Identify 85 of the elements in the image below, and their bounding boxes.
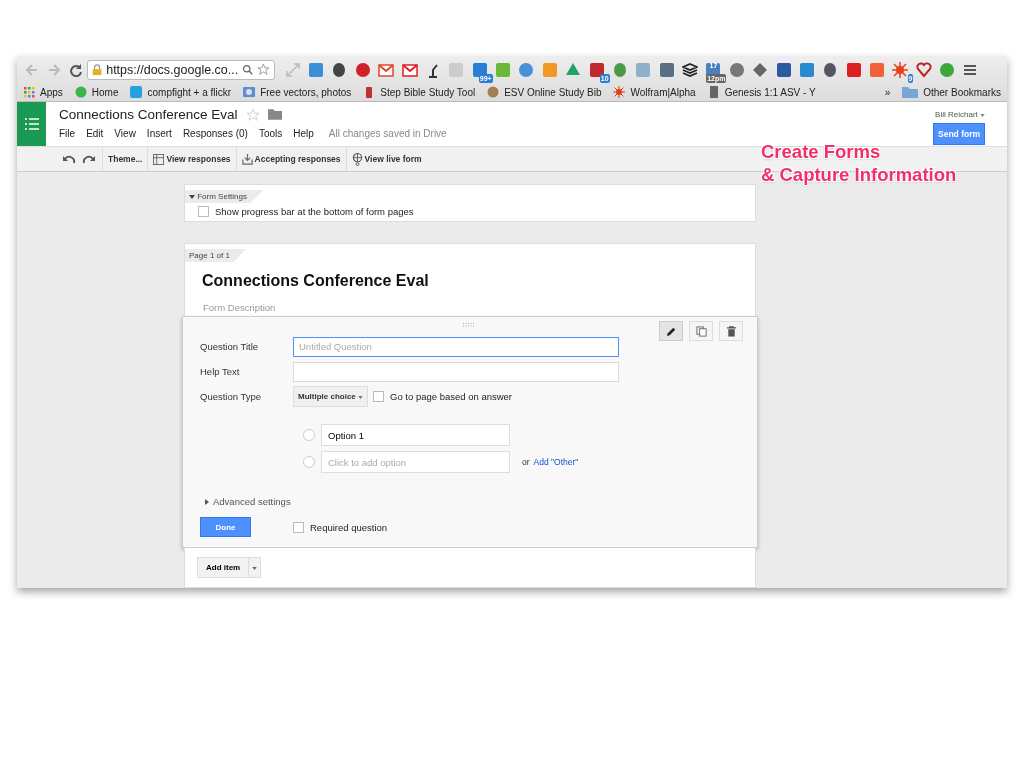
- toolbar-button[interactable]: View live form: [349, 152, 424, 166]
- radio-button[interactable]: [303, 456, 315, 468]
- extension-icon[interactable]: [822, 61, 839, 78]
- pencil-icon: [665, 325, 677, 337]
- menu-item[interactable]: Help: [293, 128, 314, 139]
- caret-icon: [252, 567, 258, 570]
- menu-item[interactable]: Edit: [86, 128, 104, 139]
- apps-grid-icon: [23, 86, 35, 98]
- question-title-field[interactable]: Untitled Question: [293, 336, 619, 357]
- radio-button[interactable]: [303, 429, 315, 441]
- field-label: Question Type: [200, 391, 263, 402]
- more-bookmarks-button[interactable]: »: [884, 86, 891, 98]
- form-title[interactable]: Connections Conference Eval: [202, 272, 755, 290]
- advanced-settings-toggle[interactable]: Advanced settings: [204, 496, 757, 507]
- toolbar-button[interactable]: Accepting responses: [239, 153, 343, 165]
- bookmark[interactable]: ESV Online Study Bib: [487, 86, 602, 98]
- folder-icon[interactable]: [267, 109, 282, 120]
- toolbar-button[interactable]: Theme...: [106, 154, 145, 164]
- checkbox-label: Required question: [310, 521, 388, 533]
- checkbox[interactable]: [293, 521, 304, 533]
- address-bar[interactable]: https://docs.google.co...: [87, 59, 275, 80]
- menu-item[interactable]: Responses (0): [182, 128, 248, 139]
- add-option-field[interactable]: Click to add option: [321, 451, 510, 473]
- search-icon[interactable]: [242, 63, 254, 76]
- extension-icon[interactable]: [331, 61, 348, 78]
- menu-item[interactable]: View: [114, 128, 136, 139]
- save-status: All changes saved in Drive: [328, 128, 447, 139]
- drag-handle-icon[interactable]: [463, 323, 475, 327]
- add-other-link[interactable]: Add "Other": [533, 457, 579, 467]
- site-icon: [487, 86, 500, 98]
- menu-item[interactable]: Tools: [258, 128, 283, 139]
- field-label: Question Title: [200, 341, 260, 352]
- field-label: Help Text: [200, 366, 241, 377]
- lock-icon: [92, 63, 103, 76]
- site-icon: [243, 86, 256, 98]
- delete-button[interactable]: [719, 321, 743, 341]
- table-icon: [153, 153, 165, 165]
- help-text-field[interactable]: [293, 361, 619, 382]
- reload-icon[interactable]: [69, 62, 83, 77]
- url-text: https://docs.google.co...: [106, 62, 239, 77]
- download-icon: [241, 153, 253, 165]
- extension-icon[interactable]: [775, 61, 792, 78]
- account-menu[interactable]: Bill Reichart: [935, 110, 985, 119]
- extension-icon[interactable]: [682, 61, 699, 78]
- menu-item[interactable]: File: [59, 128, 76, 139]
- add-item-menu-button[interactable]: [249, 557, 262, 578]
- bookmark[interactable]: Wolfram|Alpha: [613, 86, 696, 98]
- other-bookmarks-folder[interactable]: Other Bookmarks: [902, 86, 1001, 98]
- checkbox[interactable]: [373, 391, 384, 402]
- forms-logo[interactable]: [17, 102, 46, 146]
- checkbox-label: Show progress bar at the bottom of form pages: [215, 206, 414, 217]
- menu-item[interactable]: Insert: [146, 128, 172, 139]
- star-icon[interactable]: [245, 107, 260, 122]
- or-text: or: [522, 457, 530, 467]
- add-item-button[interactable]: Add item: [197, 557, 250, 578]
- caret-icon: [358, 396, 363, 399]
- redo-icon[interactable]: [82, 154, 96, 164]
- bookmark[interactable]: compfight + a flickr: [130, 86, 232, 98]
- folder-icon: [902, 86, 919, 98]
- site-icon: [130, 86, 143, 98]
- toolbar-button[interactable]: View responses: [151, 153, 233, 165]
- globe-icon: [351, 152, 363, 166]
- bookmark[interactable]: Home: [74, 86, 119, 98]
- checkbox-label: Go to page based on answer: [390, 391, 513, 402]
- bookmark[interactable]: Genesis 1:1 ASV - Y: [707, 86, 816, 98]
- question-type-dropdown[interactable]: Multiple choice: [293, 386, 368, 407]
- bookmark[interactable]: Free vectors, photos: [243, 86, 352, 98]
- form-settings-toggle[interactable]: Form Settings: [185, 190, 263, 203]
- star-icon[interactable]: [257, 62, 270, 77]
- copy-icon: [695, 325, 707, 337]
- undo-icon[interactable]: [62, 154, 76, 164]
- checkbox[interactable]: [198, 206, 209, 217]
- document-title[interactable]: Connections Conference Eval: [59, 107, 238, 122]
- site-icon: [707, 86, 720, 98]
- trash-icon: [725, 325, 737, 337]
- bookmark[interactable]: Step Bible Study Tool: [363, 86, 476, 98]
- bookmark[interactable]: Apps: [23, 86, 63, 98]
- site-icon: [613, 86, 626, 98]
- menu-icon[interactable]: [962, 62, 977, 77]
- duplicate-button[interactable]: [689, 321, 713, 341]
- option-field[interactable]: Option 1: [321, 424, 510, 446]
- edit-button[interactable]: [659, 321, 683, 341]
- page-label: Page 1 of 1: [185, 249, 246, 262]
- caret-icon: [980, 114, 985, 117]
- site-icon: [74, 86, 87, 98]
